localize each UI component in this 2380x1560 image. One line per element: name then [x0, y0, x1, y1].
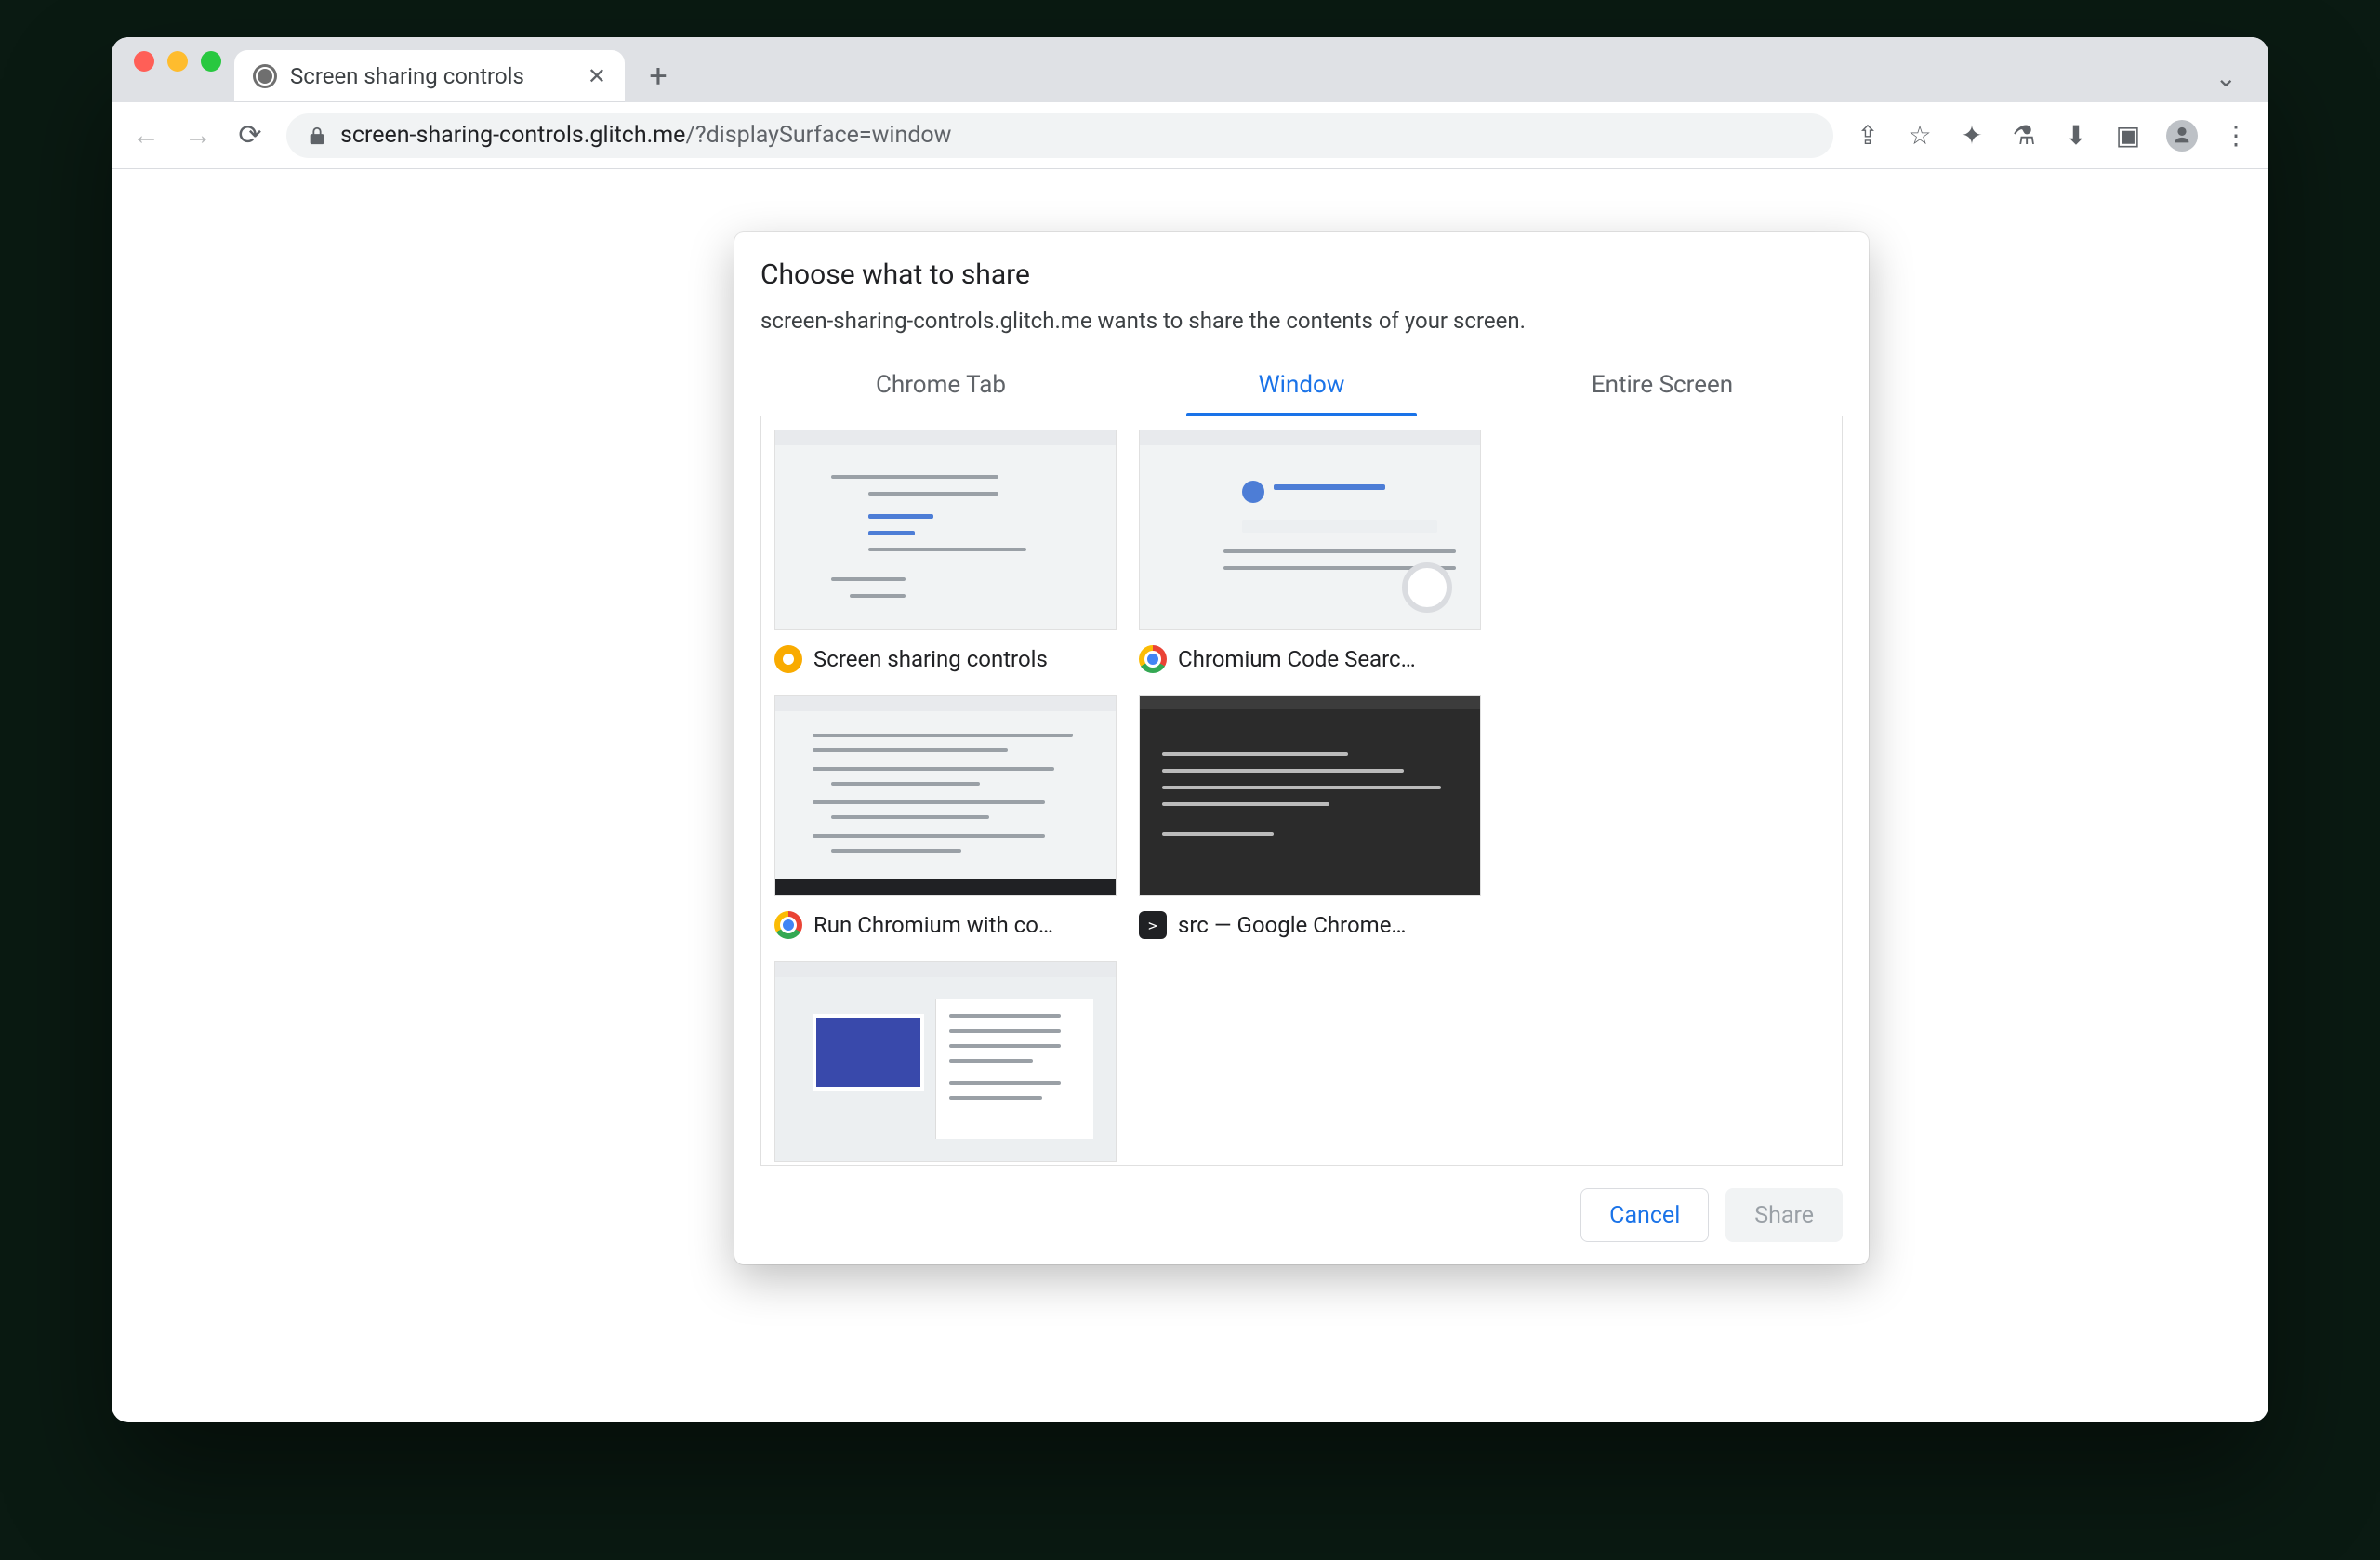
share-item-label: Chromium Code Searc…: [1178, 646, 1416, 672]
cancel-button[interactable]: Cancel: [1580, 1188, 1709, 1242]
window-thumbnail: [1139, 430, 1481, 630]
window-grid: Screen sharing controls: [760, 416, 1843, 1166]
url-text: screen-sharing-controls.glitch.me/?displ…: [340, 122, 951, 149]
dialog-subtitle: screen-sharing-controls.glitch.me wants …: [760, 308, 1843, 334]
window-thumbnail: [774, 695, 1117, 896]
browser-tab[interactable]: Screen sharing controls ✕: [234, 50, 625, 102]
downloads-icon[interactable]: ⬇: [2062, 122, 2090, 150]
extensions-icon[interactable]: ✦: [1958, 122, 1986, 150]
tab-close-button[interactable]: ✕: [588, 65, 606, 87]
dialog-title: Choose what to share: [760, 258, 1843, 291]
window-thumbnail: [774, 961, 1117, 1162]
labs-icon[interactable]: ⚗: [2010, 122, 2038, 150]
window-thumbnail: [1139, 695, 1481, 896]
lock-icon: [307, 126, 327, 146]
share-item-label: Run Chromium with co…: [813, 912, 1053, 938]
share-icon[interactable]: ⇪: [1854, 122, 1882, 150]
traffic-lights: [125, 37, 221, 102]
side-panel-icon[interactable]: ▣: [2114, 122, 2142, 150]
screen-share-dialog: Choose what to share screen-sharing-cont…: [734, 232, 1869, 1264]
dialog-actions: Cancel Share: [760, 1166, 1843, 1242]
toolbar: ← → ⟳ screen-sharing-controls.glitch.me/…: [112, 102, 2268, 169]
window-minimize-button[interactable]: [167, 51, 188, 72]
share-item[interactable]: Chromium Code Searc…: [1139, 430, 1481, 673]
share-item-label: src — Google Chrome…: [1178, 912, 1406, 938]
tab-chrome-tab[interactable]: Chrome Tab: [760, 356, 1121, 416]
window-close-button[interactable]: [134, 51, 154, 72]
share-item[interactable]: src — Google Chrome…: [1139, 695, 1481, 939]
toolbar-actions: ⇪ ☆ ✦ ⚗ ⬇ ▣ ⋮: [1854, 120, 2250, 152]
tab-window[interactable]: Window: [1121, 356, 1482, 416]
browser-window: Screen sharing controls ✕ + ⌄ ← → ⟳ scre…: [112, 37, 2268, 1422]
profile-avatar[interactable]: [2166, 120, 2198, 152]
tab-overflow-button[interactable]: ⌄: [2215, 62, 2255, 102]
share-item[interactable]: Displays: [774, 961, 1117, 1166]
bookmark-icon[interactable]: ☆: [1906, 122, 1934, 150]
kebab-menu-icon[interactable]: ⋮: [2222, 122, 2250, 150]
chrome-canary-icon: [774, 645, 802, 673]
tab-entire-screen[interactable]: Entire Screen: [1482, 356, 1843, 416]
globe-icon: [253, 64, 277, 88]
titlebar: Screen sharing controls ✕ + ⌄: [112, 37, 2268, 102]
share-item-label: Screen sharing controls: [813, 646, 1048, 672]
window-zoom-button[interactable]: [201, 51, 221, 72]
surface-tabs: Chrome Tab Window Entire Screen: [760, 356, 1843, 416]
tab-title: Screen sharing controls: [290, 63, 524, 89]
address-bar[interactable]: screen-sharing-controls.glitch.me/?displ…: [286, 113, 1833, 158]
terminal-icon: [1139, 911, 1167, 939]
reload-button[interactable]: ⟳: [234, 119, 266, 152]
window-thumbnail: [774, 430, 1117, 630]
forward-button[interactable]: →: [182, 119, 214, 152]
back-button[interactable]: ←: [130, 119, 162, 152]
share-item[interactable]: Run Chromium with co…: [774, 695, 1117, 939]
chrome-icon: [1139, 645, 1167, 673]
share-item[interactable]: Screen sharing controls: [774, 430, 1117, 673]
share-button[interactable]: Share: [1726, 1188, 1843, 1242]
chrome-icon: [774, 911, 802, 939]
new-tab-button[interactable]: +: [638, 56, 679, 97]
